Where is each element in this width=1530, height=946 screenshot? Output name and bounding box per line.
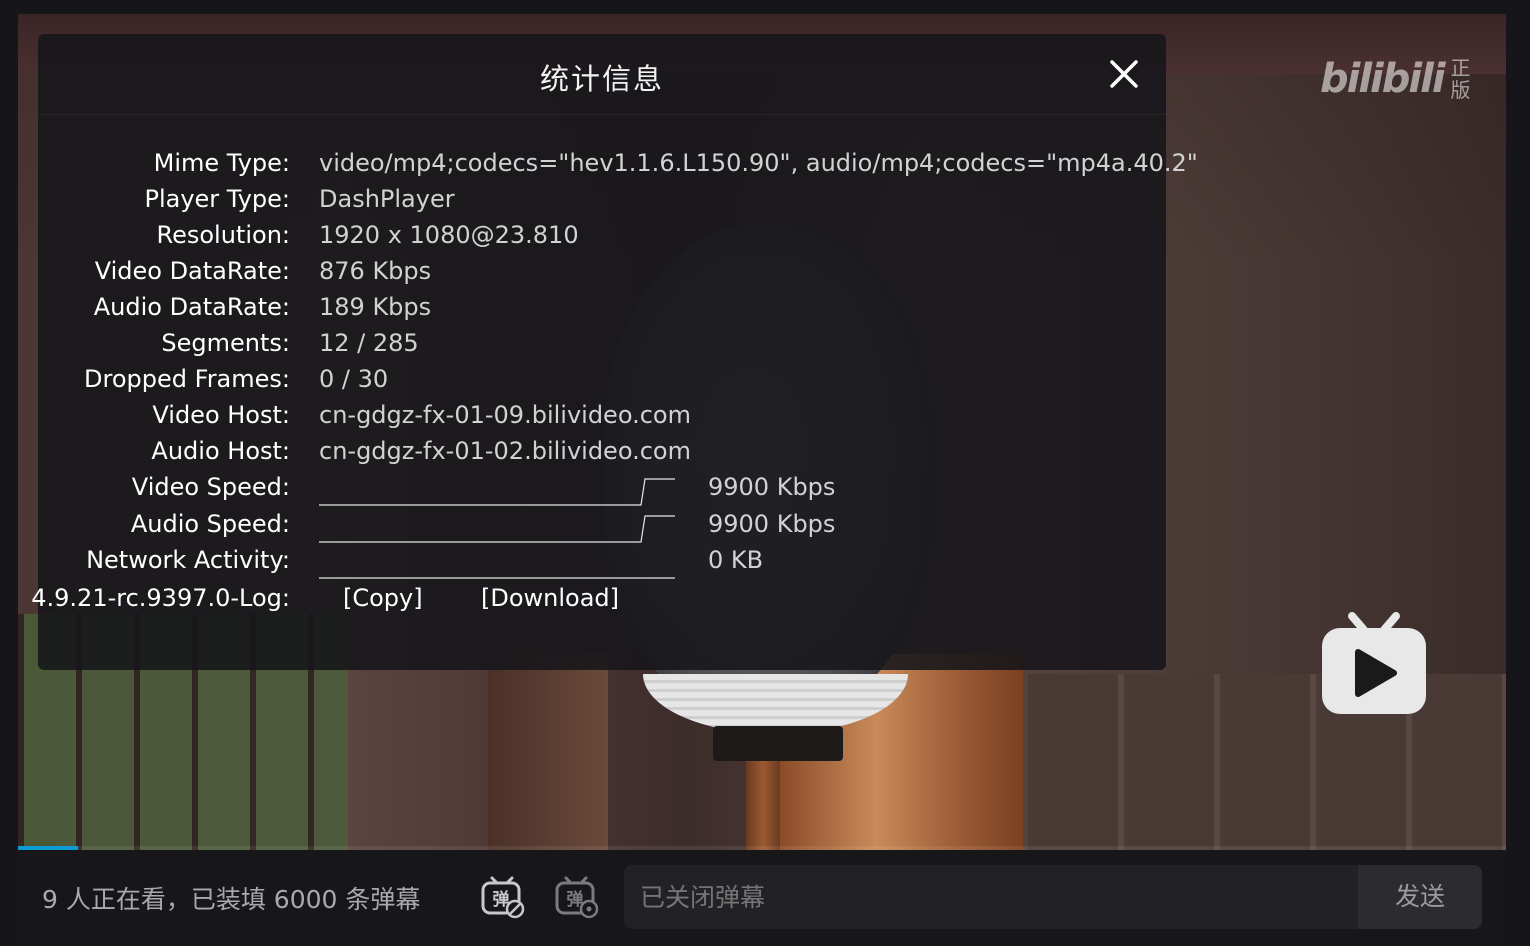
danmaku-settings-icon[interactable]: 弹	[554, 874, 600, 920]
bottom-bar: 9 人正在看，已装填 6000 条弹幕 弹 弹 发送	[18, 850, 1506, 946]
stats-label: Video Speed:	[131, 473, 290, 501]
danmaku-input[interactable]	[638, 865, 1342, 931]
stats-value: video/mp4;codecs="hev1.1.6.L150.90", aud…	[319, 149, 1198, 177]
stats-value: 9900 Kbps	[708, 473, 836, 501]
stats-value: 9900 Kbps	[708, 510, 836, 538]
tv-play-icon[interactable]	[1320, 612, 1428, 716]
stats-value: 189 Kbps	[319, 293, 432, 321]
stats-row-audio-datarate: Audio DataRate: 189 Kbps	[38, 293, 1166, 327]
danmaku-input-box: 发送	[624, 865, 1482, 931]
danmaku-toggle-icon[interactable]: 弹	[480, 874, 526, 920]
stats-label: Segments:	[161, 329, 290, 357]
stats-header: 统计信息	[38, 34, 1166, 115]
stats-row-video-host: Video Host: cn-gdgz-fx-01-09.bilivideo.c…	[38, 401, 1166, 435]
stats-value: 0 / 30	[319, 365, 389, 393]
video-scene-lantern-cap	[713, 726, 843, 761]
stats-row-segments: Segments: 12 / 285	[38, 329, 1166, 363]
watermark-logo: bilibili	[1320, 56, 1446, 102]
stats-row-audio-speed: Audio Speed: 9900 Kbps	[38, 510, 1166, 544]
stats-label: Network Activity:	[86, 546, 290, 574]
video-scene-lantern-stick	[746, 761, 780, 850]
stats-label: Mime Type:	[153, 149, 290, 177]
stats-title: 统计信息	[539, 62, 664, 96]
stats-label: 4.9.21-rc.9397.0-Log:	[31, 584, 290, 612]
stats-label: Player Type:	[144, 185, 290, 213]
video-speed-graph	[319, 478, 675, 506]
stats-label: Resolution:	[156, 221, 291, 249]
stats-value: 876 Kbps	[319, 257, 432, 285]
watermark-badge: 正版	[1450, 56, 1471, 102]
stats-panel: 统计信息 Mime Type: video/mp4;codecs="hev1.1…	[31, 34, 1198, 670]
stats-value: cn-gdgz-fx-01-02.bilivideo.com	[319, 437, 691, 465]
stats-row-network-activity: Network Activity: 0 KB	[38, 546, 1166, 580]
audio-speed-graph	[319, 515, 675, 543]
send-button[interactable]: 发送	[1358, 865, 1482, 929]
stats-row-mime-type: Mime Type: video/mp4;codecs="hev1.1.6.L1…	[38, 149, 1198, 183]
stats-row-log: 4.9.21-rc.9397.0-Log: [Copy] [Download]	[31, 584, 1166, 618]
video-scene-pillar-left	[488, 654, 608, 850]
network-activity-graph	[319, 577, 675, 579]
stats-value: 0 KB	[708, 546, 764, 574]
stats-value: 1920 x 1080@23.810	[319, 221, 579, 249]
stats-label: Dropped Frames:	[84, 365, 290, 393]
stats-row-video-speed: Video Speed: 9900 Kbps	[38, 473, 1166, 507]
stats-label: Video DataRate:	[94, 257, 290, 285]
close-icon[interactable]	[1106, 56, 1142, 92]
viewer-count-text: 9 人正在看，已装填 6000 条弹幕	[42, 885, 421, 914]
stats-row-audio-host: Audio Host: cn-gdgz-fx-01-02.bilivideo.c…	[38, 437, 1166, 471]
download-log-button[interactable]: [Download]	[481, 584, 619, 612]
stats-row-player-type: Player Type: DashPlayer	[38, 185, 1166, 219]
stats-label: Video Host:	[152, 401, 290, 429]
stats-row-resolution: Resolution: 1920 x 1080@23.810	[38, 221, 1166, 255]
stats-row-dropped-frames: Dropped Frames: 0 / 30	[38, 365, 1166, 399]
stats-value: DashPlayer	[319, 185, 455, 213]
video-scene-room	[1028, 674, 1506, 850]
stats-value: 12 / 285	[319, 329, 419, 357]
stats-label: Audio DataRate:	[93, 293, 290, 321]
stats-label: Audio Host:	[151, 437, 290, 465]
stats-value: cn-gdgz-fx-01-09.bilivideo.com	[319, 401, 691, 429]
stats-row-video-datarate: Video DataRate: 876 Kbps	[38, 257, 1166, 291]
bilibili-watermark: bilibili 正版	[1320, 56, 1472, 102]
stats-label: Audio Speed:	[130, 510, 290, 538]
copy-log-button[interactable]: [Copy]	[343, 584, 423, 612]
